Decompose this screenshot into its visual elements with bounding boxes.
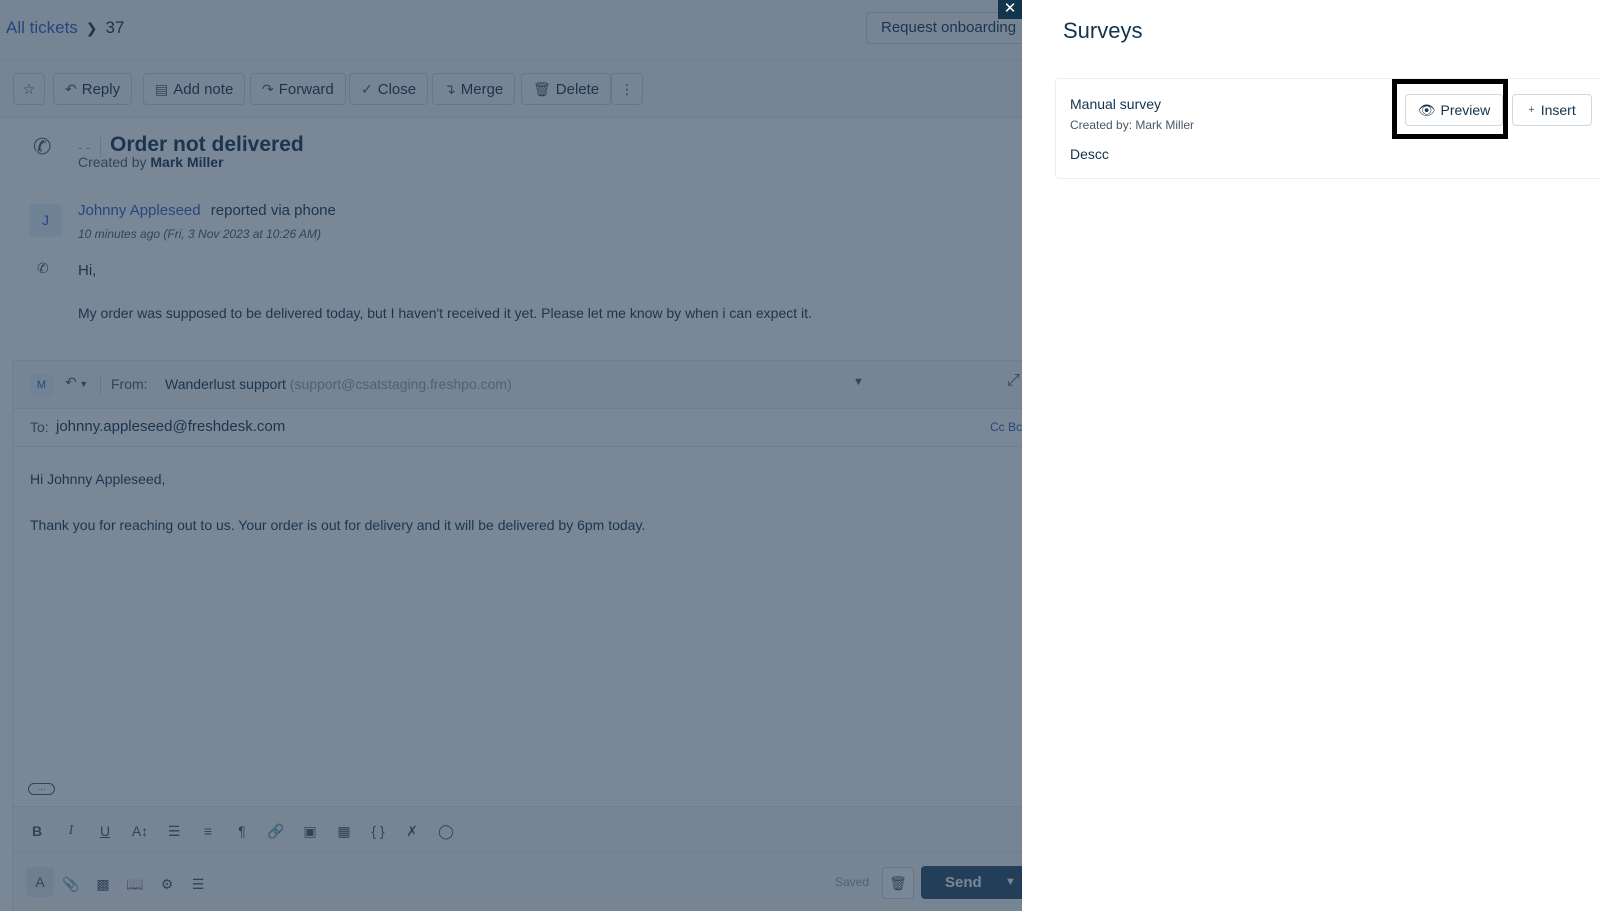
from-name: Wanderlust support (165, 376, 286, 392)
to-label: To: (30, 419, 49, 435)
ticket-view: All tickets ❯ 37 Request onboarding ☆ ↶ … (0, 0, 1022, 911)
ticket-subject-row: ✆ - - Order not delivered Created by Mar… (0, 118, 1022, 176)
plus-icon: + (1528, 104, 1535, 116)
sender-name-link[interactable]: Johnny Appleseed (78, 202, 201, 219)
message-greeting: Hi, (78, 262, 97, 279)
editor-actions-bar: A 📎 ▩ 📖 ⚙ ☰ Saved 🗑 Send ▼ (13, 852, 1022, 911)
phone-icon: ✆ (33, 134, 52, 159)
delete-button[interactable]: 🗑 Delete (521, 73, 612, 105)
all-tickets-link[interactable]: All tickets (6, 18, 78, 38)
underline-icon[interactable]: U (94, 820, 116, 842)
avatar: J (29, 204, 62, 237)
ticket-created-by: Created by Mark Miller (78, 154, 224, 170)
bold-icon[interactable]: B (26, 820, 48, 842)
forward-label: Forward (278, 80, 334, 98)
table-icon[interactable]: ▦ (333, 820, 355, 842)
avatar: M (30, 374, 53, 397)
star-button[interactable]: ☆ (13, 73, 45, 105)
reply-type-dropdown[interactable]: ↶ ▼ (65, 374, 88, 391)
check-circle-icon: ✓ (361, 80, 373, 97)
sender-via: reported via phone (210, 202, 336, 219)
note-icon: ▤ (155, 80, 169, 97)
divider (100, 376, 101, 394)
editor-body[interactable]: Thank you for reaching out to us. Your o… (30, 517, 645, 533)
paragraph-icon[interactable]: ¶ (231, 820, 253, 842)
expand-icon[interactable]: ⤢ (1007, 372, 1020, 390)
created-by-label: Created by (78, 154, 147, 170)
show-quoted-button[interactable]: … (28, 783, 55, 795)
from-label: From: (111, 376, 148, 392)
more-actions-button[interactable]: ⋮ (611, 73, 643, 105)
to-row: To: johnny.appleseed@freshdesk.com Cc Bc… (13, 409, 1022, 447)
template-icon[interactable]: ☰ (187, 873, 209, 895)
insert-label: Insert (1540, 102, 1576, 118)
send-button[interactable]: Send ▼ (921, 866, 1022, 899)
forward-icon: ↷ (262, 80, 274, 97)
from-select[interactable]: Wanderlust support (support@csatstaging.… (165, 376, 512, 392)
star-icon: ☆ (22, 80, 36, 97)
delete-label: Delete (555, 80, 600, 98)
italic-icon[interactable]: I (60, 820, 82, 842)
survey-name: Manual survey (1070, 96, 1162, 112)
reply-label: Reply (81, 80, 121, 98)
chevron-down-icon[interactable]: ▼ (853, 376, 864, 388)
reply-editor: M ↶ ▼ From: Wanderlust support (support@… (12, 360, 1022, 911)
clear-format-icon[interactable]: ✗ (401, 820, 423, 842)
created-by-name: Mark Miller (150, 154, 224, 170)
merge-label: Merge (460, 80, 504, 98)
message-timestamp: 10 minutes ago (Fri, 3 Nov 2023 at 10:26… (78, 227, 322, 241)
close-button[interactable]: ✓ Close (349, 73, 429, 105)
editor-greeting[interactable]: Hi Johnny Appleseed, (30, 471, 165, 487)
to-field[interactable]: johnny.appleseed@freshdesk.com (56, 418, 285, 435)
survey-created-by: Created by: Mark Miller (1070, 118, 1195, 132)
bullet-list-icon[interactable]: ≡ (197, 820, 219, 842)
discard-draft-button[interactable]: 🗑 (882, 867, 914, 899)
panel-title: Surveys (1063, 18, 1143, 43)
saved-status: Saved (835, 875, 870, 889)
phone-icon: ✆ (37, 260, 49, 276)
reply-icon: ↶ (65, 80, 77, 97)
more-vertical-icon: ⋮ (620, 80, 634, 97)
add-note-button[interactable]: ▤ Add note (143, 73, 246, 105)
send-label: Send (945, 874, 982, 891)
insert-button[interactable]: + Insert (1512, 94, 1592, 126)
survey-icon[interactable]: ⚙ (156, 873, 178, 895)
message-sender: Johnny Appleseed reported via phone (78, 202, 336, 219)
canned-icon[interactable]: ▩ (92, 873, 114, 895)
font-size-icon[interactable]: A↕ (129, 820, 151, 842)
ticket-toolbar: ☆ ↶ Reply ▤ Add note ↷ Forward ✓ Close ↴… (0, 60, 1022, 118)
reply-button[interactable]: ↶ Reply (53, 73, 133, 105)
highlight-box (1392, 79, 1508, 139)
close-panel-button[interactable]: ✕ (998, 0, 1022, 19)
ordered-list-icon[interactable]: ☰ (163, 820, 185, 842)
surveys-panel: Surveys Manual survey Created by: Mark M… (1022, 0, 1600, 911)
canned-response-icon[interactable]: ◯ (435, 820, 457, 842)
trash-icon: 🗑 (533, 80, 551, 97)
close-label: Close (377, 80, 417, 98)
add-note-label: Add note (173, 80, 234, 98)
ticket-number: 37 (105, 18, 125, 37)
attachment-icon[interactable]: 📎 (60, 873, 82, 895)
ticket-dashes: - - (78, 140, 91, 155)
link-icon[interactable]: 🔗 (265, 820, 287, 842)
survey-description: Descc (1070, 146, 1109, 162)
code-icon[interactable]: { } (367, 820, 389, 842)
knowledge-base-icon[interactable]: 📖 (124, 873, 146, 895)
text-format-icon[interactable]: A (26, 867, 54, 897)
breadcrumb: All tickets ❯ 37 (6, 18, 124, 38)
from-email: (support@csatstaging.freshpo.com) (289, 376, 512, 392)
chevron-down-icon[interactable]: ▼ (1005, 866, 1016, 899)
message-body: My order was supposed to be delivered to… (78, 305, 812, 321)
ticket-header: All tickets ❯ 37 Request onboarding (0, 0, 1022, 60)
cc-bcc-links[interactable]: Cc Bcc (990, 420, 1022, 434)
chevron-right-icon: ❯ (85, 19, 98, 36)
editor-header: M ↶ ▼ From: Wanderlust support (support@… (13, 361, 1022, 409)
formatting-toolbar: B I U A↕ ☰ ≡ ¶ 🔗 ▣ ▦ { } ✗ ◯ (13, 806, 1022, 852)
merge-button[interactable]: ↴ Merge (432, 73, 516, 105)
merge-icon: ↴ (444, 80, 456, 97)
forward-button[interactable]: ↷ Forward (250, 73, 346, 105)
image-icon[interactable]: ▣ (299, 820, 321, 842)
